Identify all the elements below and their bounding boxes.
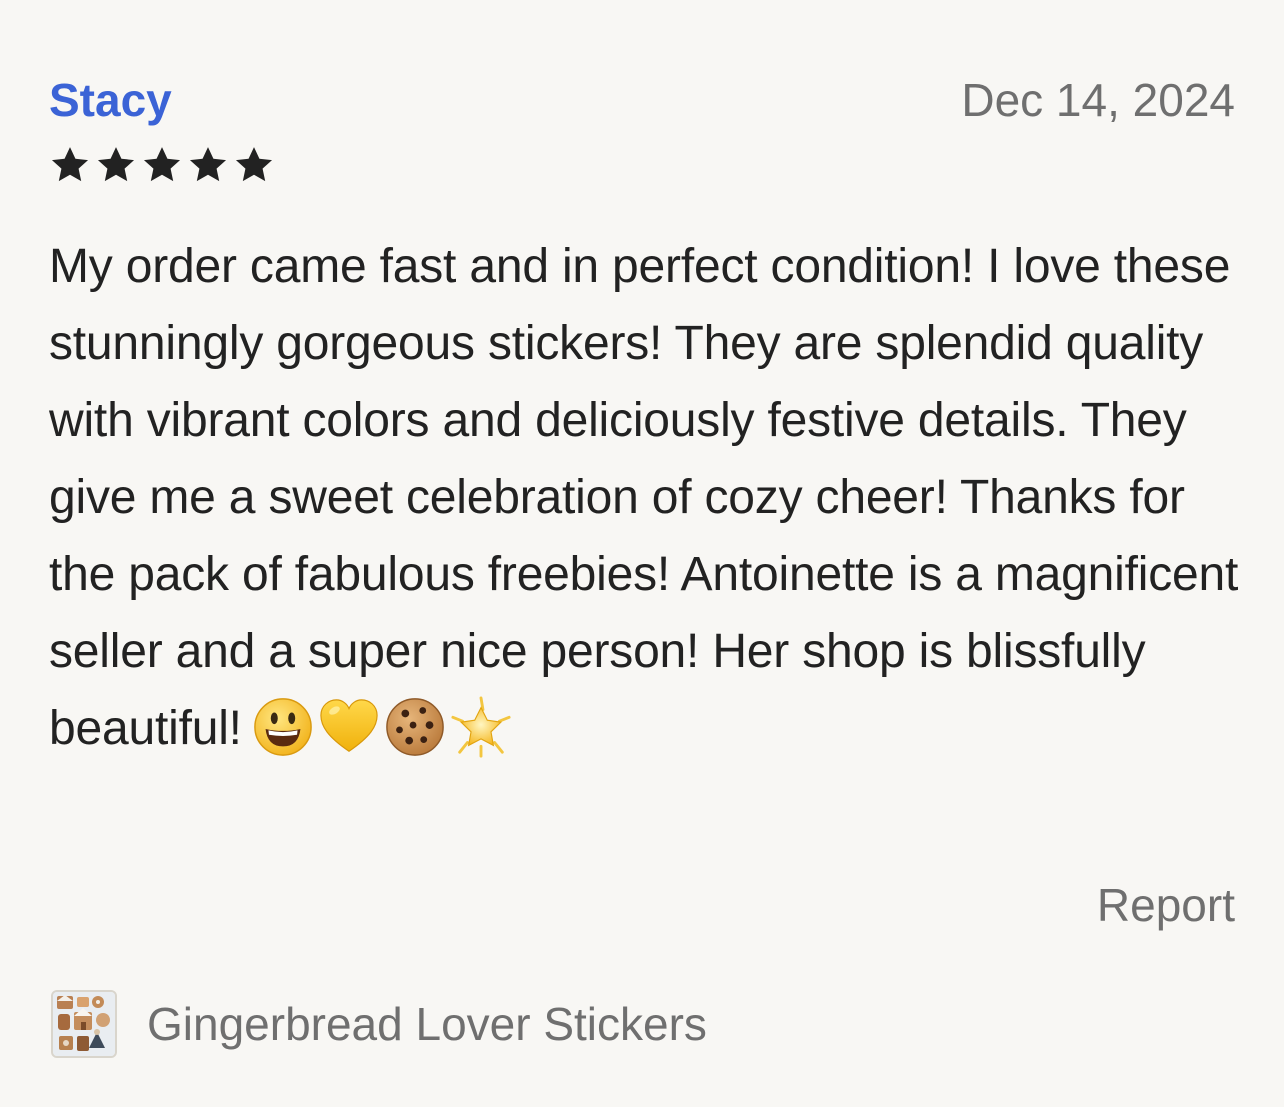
glowing-star-emoji-icon — [451, 696, 511, 758]
cookie-emoji-icon — [386, 698, 444, 756]
emoji-row — [252, 696, 512, 758]
review-body: My order came fast and in perfect condit… — [49, 240, 1239, 755]
sticker-sheet-thumbnail-icon — [53, 992, 115, 1056]
star-icon — [235, 147, 273, 182]
star-icon — [143, 147, 181, 182]
yellow-heart-emoji-icon — [320, 699, 378, 752]
star-rating — [49, 144, 275, 188]
reviewer-name-link[interactable]: Stacy — [49, 70, 172, 130]
listing-link[interactable]: Gingerbread Lover Stickers — [51, 990, 707, 1058]
listing-thumbnail[interactable] — [51, 990, 117, 1058]
report-link[interactable]: Report — [1097, 875, 1235, 935]
star-icon — [97, 147, 135, 182]
review-card: Stacy Dec 14, 2024 My order came fast an… — [49, 0, 1238, 1107]
review-date: Dec 14, 2024 — [961, 74, 1235, 126]
review-text: My order came fast and in perfect condit… — [49, 228, 1241, 767]
listing-title[interactable]: Gingerbread Lover Stickers — [147, 994, 707, 1054]
star-icon — [189, 147, 227, 182]
star-icon — [51, 147, 89, 182]
smiley-face-emoji-icon — [254, 698, 312, 756]
